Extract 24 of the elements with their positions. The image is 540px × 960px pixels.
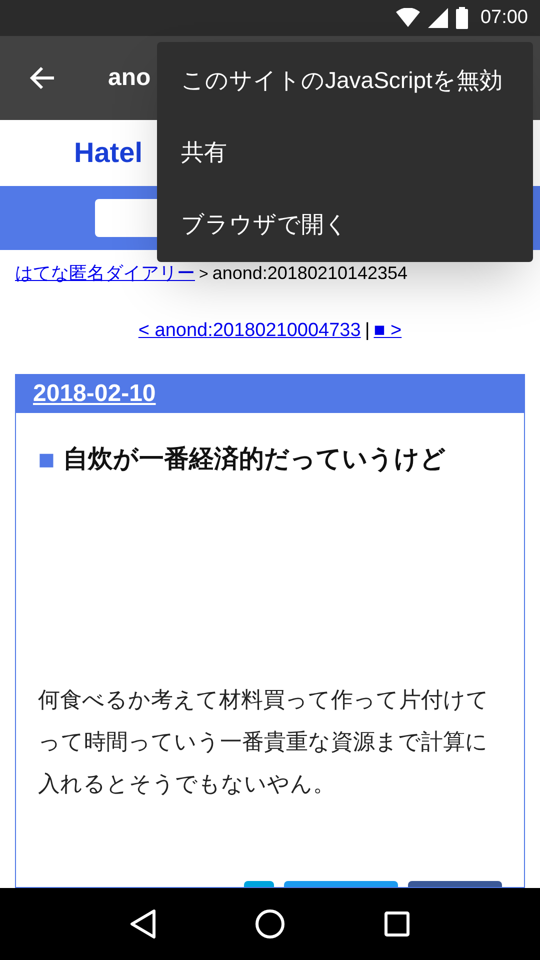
signal-icon bbox=[428, 8, 448, 28]
entry-body: 何食べるか考えて材料買って作って片付けてって時間っていう一番貴重な資源まで計算に入れるとそうでもないやん。 bbox=[37, 686, 490, 798]
site-logo: Hatel bbox=[74, 136, 142, 170]
breadcrumb-separator: > bbox=[199, 265, 208, 285]
entry-marker[interactable]: ■ bbox=[38, 438, 55, 480]
clock: 07:00 bbox=[480, 6, 528, 30]
breadcrumb-current: anond:20180210142354 bbox=[212, 262, 408, 285]
recents-icon[interactable] bbox=[384, 911, 410, 937]
entry-title: 自炊が一番経済的だっていうけど bbox=[62, 444, 446, 475]
battery-icon bbox=[456, 7, 468, 29]
pager-divider: | bbox=[364, 319, 370, 343]
back-arrow-icon bbox=[29, 66, 55, 90]
previous-entry-link[interactable]: < anond:20180210004733 bbox=[138, 317, 361, 346]
breadcrumb-link[interactable]: はてな匿名ダイアリー bbox=[15, 260, 195, 287]
menu-item[interactable]: ブラウザで開く bbox=[157, 188, 533, 260]
wifi-icon bbox=[396, 8, 420, 28]
back-icon[interactable] bbox=[130, 909, 156, 939]
entry-date-link[interactable]: 2018-02-10 bbox=[33, 376, 156, 412]
menu-item[interactable]: 共有 bbox=[157, 116, 533, 188]
next-entry-link[interactable]: ■ > bbox=[374, 317, 402, 346]
menu-item[interactable]: このサイトのJavaScriptを無効 bbox=[157, 44, 533, 116]
share-button[interactable] bbox=[244, 881, 274, 887]
page-title: ano bbox=[108, 63, 151, 93]
home-icon[interactable] bbox=[254, 909, 285, 939]
